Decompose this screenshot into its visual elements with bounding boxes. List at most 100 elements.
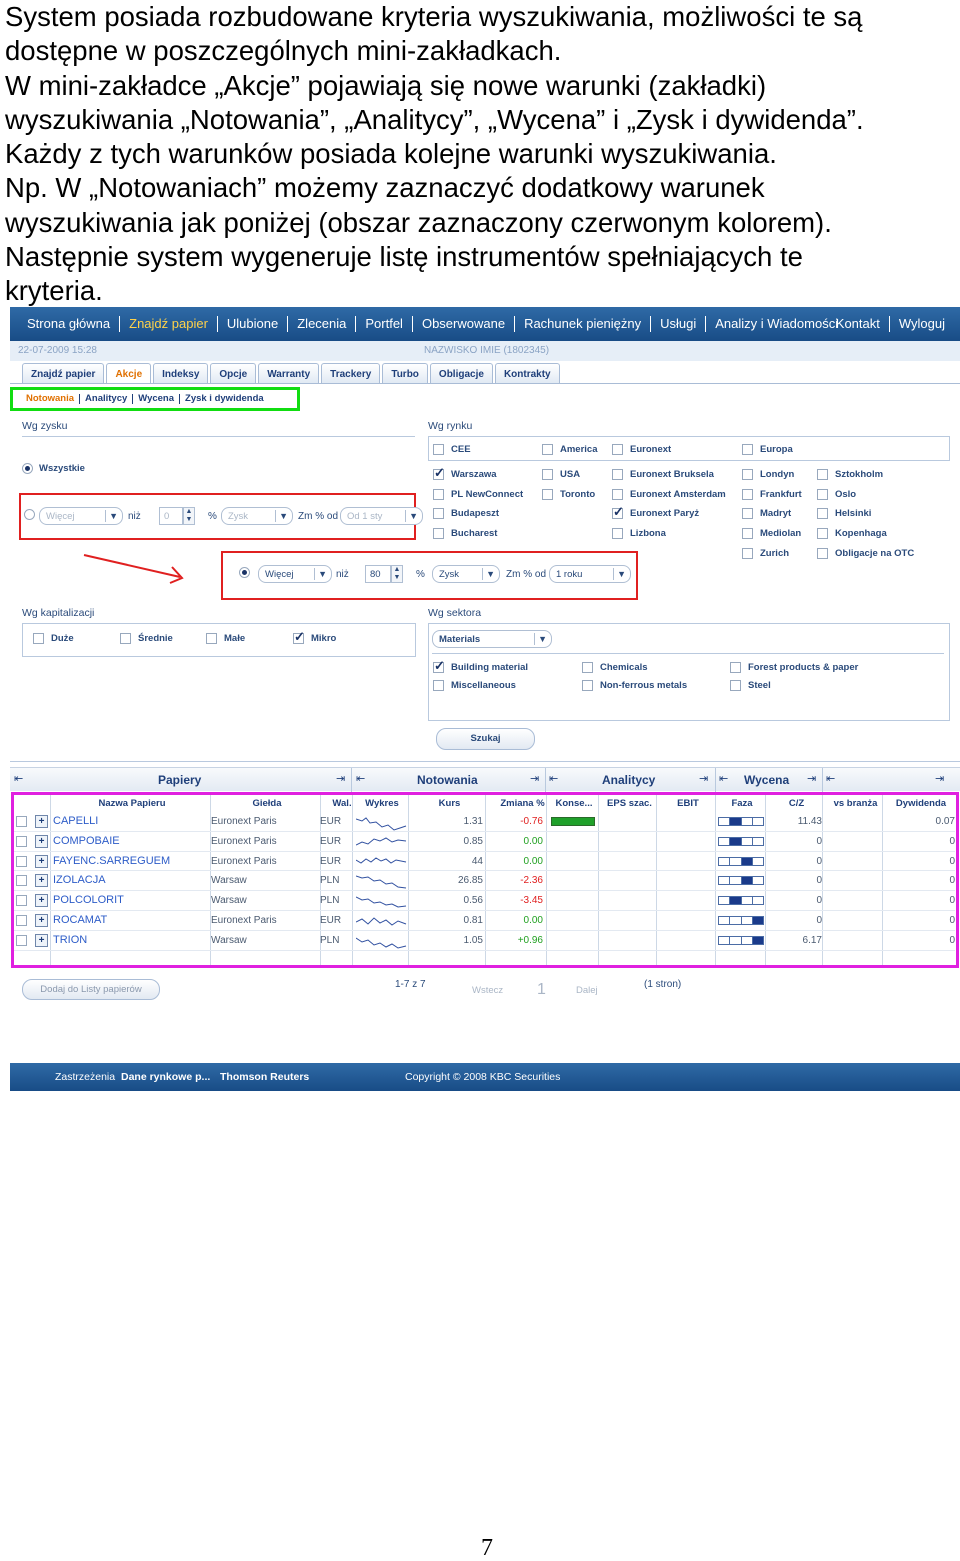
search-button[interactable]: Szukaj xyxy=(436,728,535,750)
nav-item[interactable]: Zlecenia xyxy=(288,316,357,332)
nav-item[interactable]: Znajdź papier xyxy=(120,316,218,332)
tab-item[interactable]: Kontrakty xyxy=(494,363,560,384)
mini-tab[interactable]: Analitycy xyxy=(80,394,134,404)
checkbox-box[interactable] xyxy=(742,548,753,559)
market-checkbox[interactable]: Euronext Amsterdam xyxy=(612,489,726,500)
tab-item[interactable]: Opcje xyxy=(210,363,257,384)
checkbox-box[interactable] xyxy=(542,444,553,455)
mini-tab[interactable]: Wycena xyxy=(133,394,181,404)
nav-item[interactable]: Ulubione xyxy=(218,316,289,332)
cap-checkbox[interactable]: Mikro xyxy=(293,629,336,645)
market-checkbox[interactable]: Sztokholm xyxy=(817,469,883,480)
cap-checkbox[interactable]: Małe xyxy=(206,633,245,644)
checkbox-box[interactable] xyxy=(433,508,444,519)
add-to-list-button[interactable]: Dodaj do Listy papierów xyxy=(22,979,160,1000)
checkbox-box[interactable] xyxy=(817,469,828,480)
checkbox-box[interactable] xyxy=(582,662,593,673)
checkbox-box[interactable] xyxy=(542,469,553,480)
market-checkbox[interactable]: Euronext xyxy=(612,444,671,455)
market-checkbox[interactable]: USA xyxy=(542,469,580,480)
cap-checkbox[interactable]: Średnie xyxy=(120,633,173,644)
checkbox-box[interactable] xyxy=(433,465,445,481)
tab-item[interactable]: Trackery xyxy=(321,363,381,384)
checkbox-box[interactable] xyxy=(542,489,553,500)
market-checkbox[interactable]: Bucharest xyxy=(433,528,497,539)
market-checkbox[interactable]: Londyn xyxy=(742,469,794,480)
checkbox-box[interactable] xyxy=(433,444,444,455)
market-checkbox[interactable]: America xyxy=(542,444,598,455)
expanded-condition-radio[interactable] xyxy=(239,567,250,578)
tab-item[interactable]: Obligacje xyxy=(429,363,493,384)
tab-item[interactable]: Indeksy xyxy=(153,363,209,384)
mini-tab[interactable]: Notowania xyxy=(21,394,81,404)
nav-item[interactable]: Usługi xyxy=(651,316,707,332)
market-checkbox[interactable]: Lizbona xyxy=(612,528,666,539)
market-checkbox[interactable]: Helsinki xyxy=(817,508,871,519)
market-checkbox[interactable]: Madryt xyxy=(742,508,791,519)
zysk-metric-select[interactable]: Zysk ▼ xyxy=(221,507,293,525)
market-checkbox[interactable]: Europa xyxy=(742,444,793,455)
checkbox-box[interactable] xyxy=(612,504,624,520)
arrow-right-icon[interactable]: ⇥ xyxy=(336,772,345,785)
tab-item[interactable]: Warranty xyxy=(258,363,320,384)
market-checkbox[interactable]: Zurich xyxy=(742,548,789,559)
footer-data-label[interactable]: Dane rynkowe p... xyxy=(121,1071,210,1083)
nav-item[interactable]: Strona główna xyxy=(18,316,121,332)
checkbox-box[interactable] xyxy=(730,662,741,673)
stepper-icon[interactable]: ▲ ▼ xyxy=(391,565,403,583)
checkbox-box[interactable] xyxy=(433,658,445,674)
checkbox-box[interactable] xyxy=(206,633,217,644)
zysk-from-select[interactable]: Od 1 sty ▼ xyxy=(340,507,423,525)
checkbox-box[interactable] xyxy=(730,680,741,691)
footer-disclaimer[interactable]: Zastrzeżenia xyxy=(55,1071,115,1083)
arrow-left-icon[interactable]: ⇤ xyxy=(719,772,728,785)
market-checkbox[interactable]: Euronext Paryż xyxy=(612,504,699,520)
stepper-icon[interactable]: ▲ ▼ xyxy=(183,507,195,525)
nav-item[interactable]: Wyloguj xyxy=(890,316,954,332)
market-checkbox[interactable]: Oslo xyxy=(817,489,856,500)
checkbox-box[interactable] xyxy=(582,680,593,691)
tab-item[interactable]: Turbo xyxy=(382,363,428,384)
nav-item[interactable]: Obserwowane xyxy=(413,316,516,332)
checkbox-box[interactable] xyxy=(433,528,444,539)
expanded-more-select[interactable]: Więcej ▼ xyxy=(258,565,332,583)
cap-checkbox[interactable]: Duże xyxy=(33,633,74,644)
market-checkbox[interactable]: Euronext Bruksela xyxy=(612,469,714,480)
zysk-more-select[interactable]: Więcej ▼ xyxy=(39,507,123,525)
checkbox-box[interactable] xyxy=(612,489,623,500)
sector-checkbox[interactable]: Miscellaneous xyxy=(433,680,516,691)
sector-checkbox[interactable]: Steel xyxy=(730,680,771,691)
market-checkbox[interactable]: Obligacje na OTC xyxy=(817,548,914,559)
expanded-from-select[interactable]: 1 roku ▼ xyxy=(549,565,631,583)
arrow-right-icon[interactable]: ⇥ xyxy=(699,772,708,785)
expanded-value-input[interactable]: 80 ▲ ▼ xyxy=(365,565,403,583)
market-checkbox[interactable]: Budapeszt xyxy=(433,508,499,519)
sector-checkbox[interactable]: Building material xyxy=(433,658,528,674)
nav-item[interactable]: Kontakt xyxy=(827,316,890,332)
checkbox-box[interactable] xyxy=(742,528,753,539)
sector-checkbox[interactable]: Forest products & paper xyxy=(730,662,858,673)
sektor-select[interactable]: Materials ▼ xyxy=(432,630,552,648)
sector-checkbox[interactable]: Non-ferrous metals xyxy=(582,680,687,691)
checkbox-box[interactable] xyxy=(817,489,828,500)
arrow-left-icon[interactable]: ⇤ xyxy=(14,772,23,785)
zysk-condition-radio[interactable] xyxy=(24,509,35,520)
sector-checkbox[interactable]: Chemicals xyxy=(582,662,648,673)
checkbox-box[interactable] xyxy=(742,489,753,500)
checkbox-box[interactable] xyxy=(433,489,444,500)
arrow-left-icon[interactable]: ⇤ xyxy=(549,772,558,785)
checkbox-box[interactable] xyxy=(742,469,753,480)
pager-next[interactable]: Dalej xyxy=(576,985,598,996)
tab-item[interactable]: Akcje xyxy=(106,363,152,384)
market-checkbox[interactable]: CEE xyxy=(433,444,471,455)
tab-item[interactable]: Znajdź papier xyxy=(22,363,105,384)
checkbox-box[interactable] xyxy=(817,548,828,559)
arrow-left-icon[interactable]: ⇤ xyxy=(356,772,365,785)
nav-item[interactable]: Rachunek pieniężny xyxy=(515,316,652,332)
checkbox-box[interactable] xyxy=(33,633,44,644)
pager-page[interactable]: 1 xyxy=(537,981,546,999)
zysk-all-radio[interactable] xyxy=(22,463,33,474)
market-checkbox[interactable]: Frankfurt xyxy=(742,489,802,500)
market-checkbox[interactable]: Mediolan xyxy=(742,528,801,539)
expanded-metric-select[interactable]: Zysk ▼ xyxy=(432,565,500,583)
